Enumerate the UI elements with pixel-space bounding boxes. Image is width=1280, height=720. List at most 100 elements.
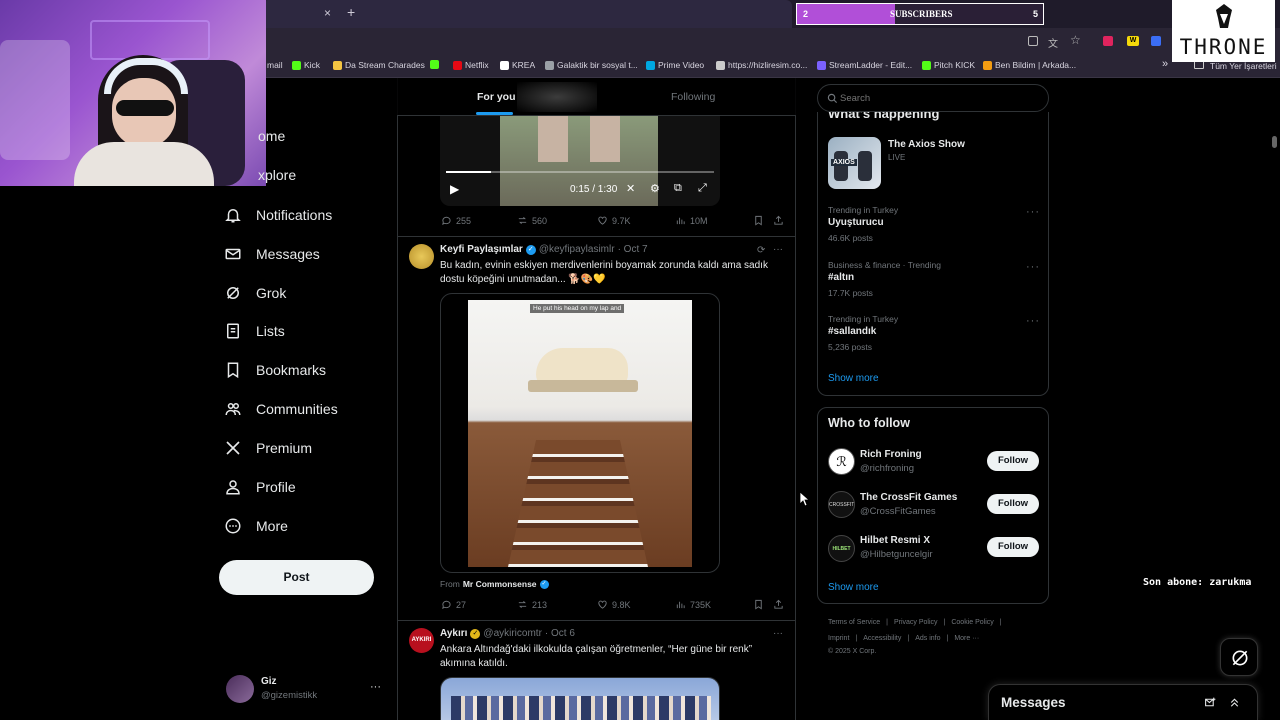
nav-item-premium[interactable]: Premium <box>224 439 312 457</box>
messages-drawer[interactable]: Messages <box>988 684 1258 720</box>
follow-button[interactable]: Follow <box>987 537 1039 557</box>
post-author-handle[interactable]: @aykiricomtr <box>483 628 542 639</box>
like-button[interactable]: 9.7K <box>597 215 631 226</box>
post-button[interactable]: Post <box>219 560 374 595</box>
post-media[interactable] <box>440 677 720 720</box>
all-bookmarks-link[interactable]: Tüm Yer İşaretleri <box>1210 61 1277 71</box>
play-icon[interactable]: ▶ <box>450 182 459 196</box>
suggested-user-name[interactable]: Hilbet Resmi X <box>860 535 930 546</box>
mute-icon[interactable]: ✕ <box>626 182 635 195</box>
translate-icon[interactable]: 文 <box>1048 35 1058 50</box>
user-avatar[interactable]: HILBET <box>828 535 855 562</box>
trend-more-icon[interactable]: ··· <box>1026 315 1040 327</box>
fullscreen-icon[interactable]: ⤢ <box>698 182 707 195</box>
nav-item-grok[interactable]: Grok <box>224 284 286 302</box>
like-button[interactable]: 9.8K <box>597 599 631 610</box>
post-avatar[interactable]: AYKIRI <box>409 628 434 653</box>
post-media[interactable]: He put his head on my lap and <box>440 293 720 573</box>
post-date[interactable]: · Oct 7 <box>618 244 648 255</box>
video-player[interactable]: ▶ 0:15 / 1:30 ✕ ⚙ ⧉ ⤢ <box>440 116 720 206</box>
account-avatar[interactable] <box>226 675 254 703</box>
grok-post-icon[interactable]: ⟳ <box>757 245 765 256</box>
new-tab-button[interactable]: + <box>347 4 355 20</box>
footer-link[interactable]: Ads info <box>915 635 940 642</box>
search-input[interactable] <box>840 90 1040 106</box>
account-menu-icon[interactable]: ··· <box>370 681 381 693</box>
nav-item-profile[interactable]: Profile <box>224 478 296 496</box>
reply-button[interactable]: 255 <box>441 215 471 226</box>
expand-chevron-icon[interactable] <box>1228 696 1241 709</box>
tab-close-icon[interactable]: × <box>324 6 331 20</box>
suggested-user-name[interactable]: Rich Froning <box>860 449 922 460</box>
bookmark-item[interactable]: https://hizliresim.co... <box>716 60 807 70</box>
share-button[interactable] <box>773 599 784 610</box>
bookmark-item[interactable]: Galaktik bir sosyal t... <box>545 60 638 70</box>
browser-tab[interactable] <box>262 0 792 28</box>
footer-link[interactable]: Accessibility <box>863 635 901 642</box>
post-avatar[interactable] <box>409 244 434 269</box>
user-avatar[interactable]: ℛ <box>828 448 855 475</box>
nav-item-ome[interactable]: ome <box>258 128 285 144</box>
trend-more-icon[interactable]: ··· <box>1026 206 1040 218</box>
bookmark-item[interactable]: Ben Bildim | Arkada... <box>983 60 1076 70</box>
post-more-icon[interactable]: ··· <box>773 244 783 255</box>
trend-title[interactable]: #sallandık <box>828 326 876 337</box>
post-author-handle[interactable]: @keyfipaylasimlr <box>539 244 615 255</box>
bookmark-button[interactable] <box>753 599 764 610</box>
bookmark-item[interactable]: StreamLadder - Edit... <box>817 60 912 70</box>
bookmark-item[interactable]: Pitch KICK <box>922 60 975 70</box>
views-button[interactable]: 735K <box>675 599 711 610</box>
footer-link[interactable]: Imprint <box>828 635 849 642</box>
trend-title[interactable]: #altın <box>828 272 854 283</box>
extension-icon[interactable]: W <box>1127 36 1139 46</box>
nav-item-notifications[interactable]: Notifications <box>224 206 332 224</box>
bookmark-item[interactable]: Prime Video <box>646 60 704 70</box>
share-button[interactable] <box>773 215 784 226</box>
scrollbar-thumb[interactable] <box>1272 136 1277 148</box>
bookmark-item[interactable]: Netflix <box>453 60 489 70</box>
repost-button[interactable]: 213 <box>517 599 547 610</box>
nav-item-lists[interactable]: Lists <box>224 322 285 340</box>
show-more-trends-link[interactable]: Show more <box>828 373 879 384</box>
live-title[interactable]: The Axios Show <box>888 139 965 150</box>
bookmark-item[interactable]: KREA <box>500 60 535 70</box>
tab-following[interactable]: Following <box>671 91 715 103</box>
nav-item-xplore[interactable]: xplore <box>258 167 296 183</box>
trend-more-icon[interactable]: ··· <box>1026 261 1040 273</box>
footer-link[interactable]: Privacy Policy <box>894 619 938 626</box>
footer-link[interactable]: More ··· <box>954 635 979 642</box>
bookmarks-overflow-icon[interactable]: » <box>1162 58 1168 70</box>
footer-link[interactable]: Terms of Service <box>828 619 880 626</box>
follow-button[interactable]: Follow <box>987 494 1039 514</box>
video-progress-track[interactable] <box>446 171 714 173</box>
settings-icon[interactable]: ⚙ <box>650 182 660 195</box>
trend-title[interactable]: Uyuşturucu <box>828 217 884 228</box>
post-more-icon[interactable]: ··· <box>773 628 783 639</box>
post-author-name[interactable]: Keyfi Paylaşımlar <box>440 244 523 255</box>
screenshot-icon[interactable] <box>1028 36 1038 46</box>
bookmark-item[interactable]: Kick <box>292 60 320 70</box>
post-date[interactable]: · Oct 6 <box>545 628 575 639</box>
bookmark-button[interactable] <box>753 215 764 226</box>
nav-item-more[interactable]: More <box>224 517 288 535</box>
live-thumbnail[interactable]: AXIOS <box>828 137 881 189</box>
nav-item-bookmarks[interactable]: Bookmarks <box>224 361 326 379</box>
new-message-icon[interactable] <box>1204 696 1217 709</box>
post-author-name[interactable]: Aykırı <box>440 628 467 639</box>
extension-icon[interactable] <box>1151 36 1161 46</box>
repost-button[interactable]: 560 <box>517 215 547 226</box>
tab-for-you[interactable]: For you <box>477 91 516 103</box>
nav-item-communities[interactable]: Communities <box>224 400 338 418</box>
star-icon[interactable]: ☆ <box>1070 33 1081 47</box>
extension-icon[interactable] <box>1103 36 1113 46</box>
bookmark-item[interactable]: Da Stream Charades <box>333 60 425 70</box>
show-more-follow-link[interactable]: Show more <box>828 582 879 593</box>
follow-button[interactable]: Follow <box>987 451 1039 471</box>
search-box[interactable] <box>817 84 1049 112</box>
reply-button[interactable]: 27 <box>441 599 466 610</box>
nav-item-messages[interactable]: Messages <box>224 245 320 263</box>
grok-button[interactable] <box>1220 638 1258 676</box>
pip-icon[interactable]: ⧉ <box>674 182 682 195</box>
user-avatar[interactable]: CROSSFIT <box>828 491 855 518</box>
bookmark-item[interactable] <box>430 60 442 69</box>
